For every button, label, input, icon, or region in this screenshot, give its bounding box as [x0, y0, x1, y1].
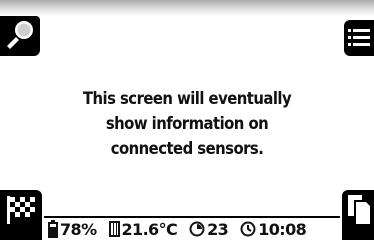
checkered-flag-icon [0, 190, 42, 240]
clock-icon [240, 221, 256, 237]
thermometer-icon [108, 220, 120, 238]
temperature-value: 21.6°C [121, 219, 178, 239]
clock-status: 10:08 [240, 219, 307, 239]
copy-button[interactable] [342, 190, 374, 240]
menu-button[interactable] [344, 20, 374, 56]
sensor-screen: This screen will eventually show informa… [0, 0, 374, 240]
copy-pages-icon [342, 190, 374, 240]
top-shadow [0, 0, 374, 16]
flag-button[interactable] [0, 190, 42, 240]
count-status: 23 [189, 219, 229, 239]
status-bar: 78% 21.6°C 23 10:08 [48, 218, 338, 240]
count-value: 23 [207, 219, 229, 239]
timer-icon [189, 221, 205, 237]
info-message: This screen will eventually show informa… [55, 86, 320, 161]
message-line-3: connected sensors. [110, 139, 264, 158]
temperature-status: 21.6°C [108, 219, 178, 239]
battery-icon [48, 220, 58, 238]
search-icon [0, 16, 40, 56]
message-line-1: This screen will eventually [82, 89, 292, 108]
message-line-2: show information on [105, 114, 269, 133]
search-button[interactable] [0, 16, 40, 56]
battery-value: 78% [60, 219, 97, 239]
clock-value: 10:08 [258, 219, 307, 239]
menu-list-icon [344, 20, 374, 56]
battery-status: 78% [48, 220, 97, 239]
